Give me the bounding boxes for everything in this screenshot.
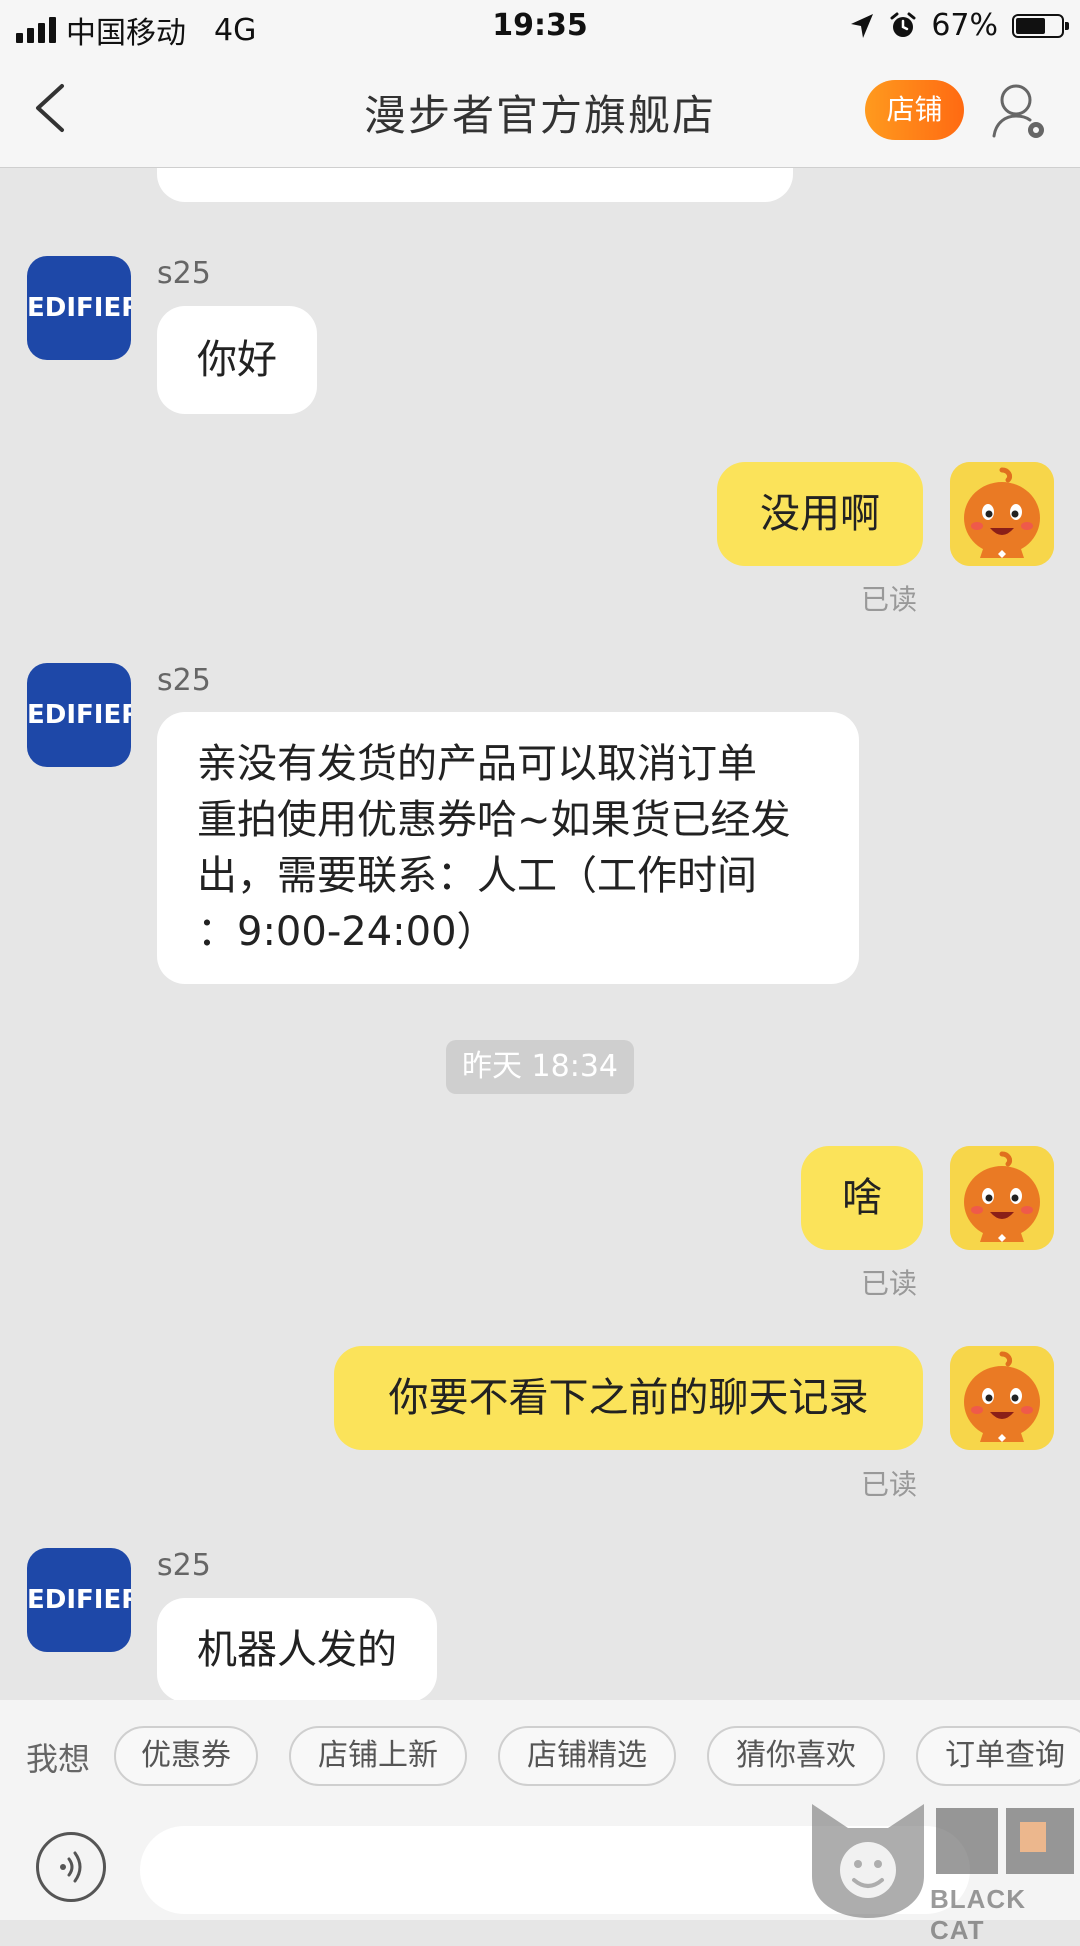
store-button[interactable]: 店铺 — [865, 80, 964, 140]
message-line: 重拍使用优惠券哈~如果货已经发 — [197, 797, 791, 843]
alarm-icon — [890, 12, 916, 37]
chip-order-lookup[interactable]: 订单查询 — [916, 1726, 1080, 1786]
voice-button[interactable] — [36, 1832, 106, 1902]
message-text: 啥 — [842, 1175, 882, 1221]
message-bubble-mine: 没用啊 — [717, 462, 923, 566]
profile-settings-icon — [992, 84, 1044, 138]
message-line: 亲没有发货的产品可以取消订单 — [197, 741, 757, 787]
shop-avatar[interactable]: EDIFIER — [27, 256, 131, 360]
chip-new-arrivals[interactable]: 店铺上新 — [289, 1726, 467, 1786]
battery-percent: 67% — [931, 8, 998, 43]
mascot-avatar-icon — [950, 462, 1054, 566]
message-text: 机器人发的 — [197, 1627, 397, 1673]
timestamp-divider: 昨天 18:34 — [446, 1040, 634, 1094]
chip-featured[interactable]: 店铺精选 — [498, 1726, 676, 1786]
status-bar: 中国移动 4G 19:35 67% — [0, 0, 1080, 52]
sender-name: s25 — [157, 663, 211, 698]
chip-coupon[interactable]: 优惠券 — [114, 1726, 258, 1786]
battery-fill — [1016, 17, 1046, 34]
read-receipt: 已读 — [861, 1468, 918, 1501]
black-cat-watermark: BLACK CAT — [808, 1800, 1080, 1945]
chip-recommended[interactable]: 猜你喜欢 — [707, 1726, 885, 1786]
message-bubble: 亲没有发货的产品可以取消订单 重拍使用优惠券哈~如果货已经发 出，需要联系：人工… — [157, 712, 859, 984]
mascot-avatar-icon — [950, 1146, 1054, 1250]
nav-bar: 漫步者官方旗舰店 店铺 — [0, 52, 1080, 168]
message-bubble: 你好 — [157, 306, 317, 414]
mascot-avatar-icon — [950, 1346, 1054, 1450]
quick-reply-bar: 我想 优惠券 店铺上新 店铺精选 猜你喜欢 订单查询 — [0, 1700, 1080, 1812]
message-text: 你好 — [197, 337, 277, 383]
user-avatar[interactable] — [950, 1346, 1054, 1450]
read-receipt: 已读 — [861, 583, 918, 616]
watermark-text: BLACK CAT — [930, 1884, 1026, 1945]
message-text: 你要不看下之前的聊天记录 — [388, 1375, 869, 1421]
status-right: 67% — [849, 8, 1069, 43]
shop-avatar[interactable]: EDIFIER — [27, 663, 131, 767]
chat-area[interactable]: EDIFIER s25 你好 没用啊 已读 EDIFIER s25 亲没有发货的… — [0, 168, 1080, 1700]
shop-avatar[interactable]: EDIFIER — [27, 1548, 131, 1652]
message-bubble: 机器人发的 — [157, 1598, 437, 1700]
sender-name: s25 — [157, 1548, 211, 1583]
battery-icon — [1012, 13, 1069, 38]
message-bubble-partial — [157, 168, 793, 202]
user-avatar[interactable] — [950, 1146, 1054, 1250]
message-bubble-mine: 啥 — [801, 1146, 923, 1250]
sender-name: s25 — [157, 256, 211, 291]
message-line: 出，需要联系：人工（工作时间 — [197, 853, 757, 899]
message-bubble-mine: 你要不看下之前的聊天记录 — [334, 1346, 923, 1450]
message-text: 没用啊 — [760, 491, 880, 537]
location-icon — [851, 13, 874, 38]
profile-settings-button[interactable] — [990, 80, 1050, 142]
quick-reply-label: 我想 — [26, 1740, 91, 1778]
read-receipt: 已读 — [861, 1267, 918, 1300]
voice-icon — [60, 1851, 82, 1883]
user-avatar[interactable] — [950, 462, 1054, 566]
message-line: ：9:00-24:00） — [197, 909, 497, 955]
